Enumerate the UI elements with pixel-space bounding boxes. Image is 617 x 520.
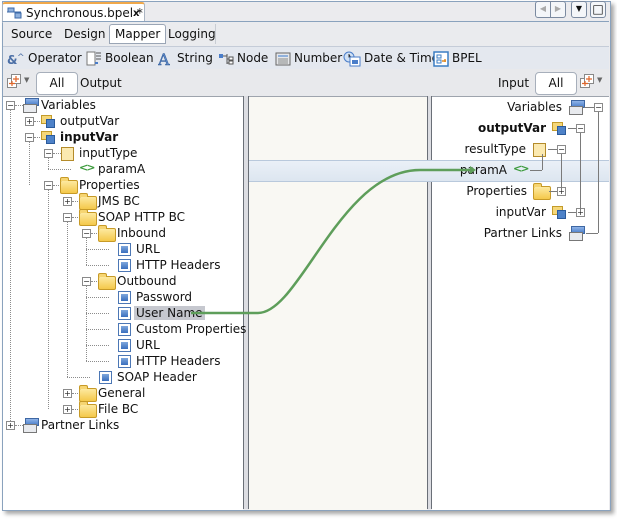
mapping-link[interactable] — [191, 168, 470, 315]
mapping-link-arrowhead — [470, 166, 476, 174]
mapping-link-layer — [191, 166, 476, 315]
